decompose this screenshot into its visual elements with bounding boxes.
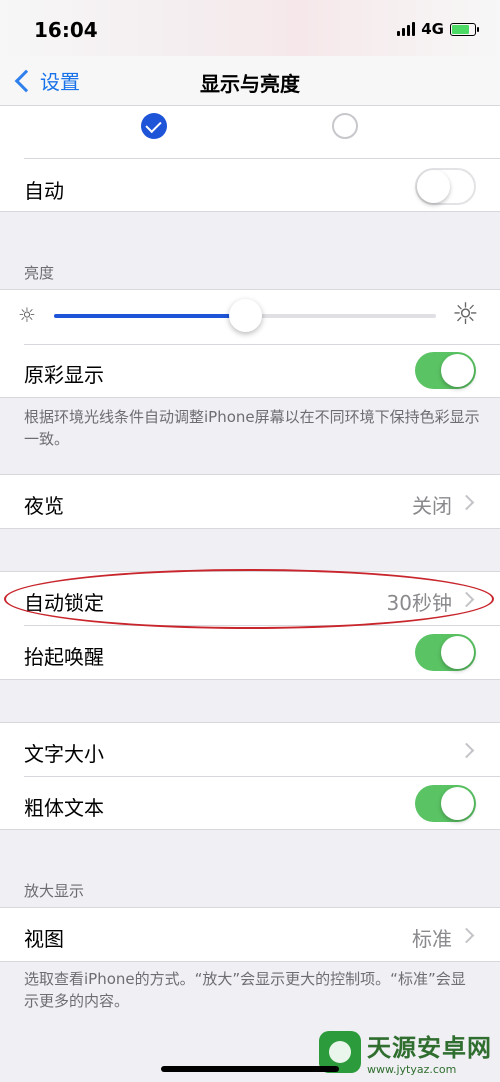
- brightness-slider-fill: [54, 314, 245, 318]
- appearance-group: 自动: [0, 106, 500, 212]
- home-indicator: [161, 1066, 339, 1072]
- brightness-group: ☼ ☼ 原彩显示: [0, 289, 500, 398]
- bold-text-label: 粗体文本: [24, 796, 104, 820]
- zoom-view-value: 标准: [412, 927, 452, 951]
- watermark: 天源安卓网 www.jytyaz.com: [319, 1028, 492, 1076]
- signal-icon: [397, 22, 416, 36]
- sun-small-icon: ☼: [18, 303, 36, 327]
- page-title: 显示与亮度: [200, 72, 300, 96]
- text-size-row[interactable]: 文字大小: [0, 722, 500, 776]
- zoom-description: 选取查看iPhone的方式。“放大”会显示更大的控制项。“标准”会显示更多的内容…: [24, 970, 466, 1010]
- sun-large-icon: ☼: [452, 297, 479, 332]
- status-bar: 16:04 4G: [0, 0, 500, 56]
- chevron-right-icon: [458, 742, 475, 759]
- zoom-header: 放大显示: [24, 882, 85, 900]
- night-shift-group: 夜览 关闭: [0, 474, 500, 529]
- appearance-light-radio[interactable]: [141, 113, 167, 139]
- appearance-dark-radio[interactable]: [332, 113, 358, 139]
- night-shift-row[interactable]: 夜览 关闭: [0, 474, 500, 529]
- zoom-group: 视图 标准: [0, 907, 500, 962]
- status-time: 16:04: [34, 18, 98, 42]
- true-tone-label: 原彩显示: [24, 363, 104, 387]
- chevron-right-icon: [458, 494, 475, 511]
- text-size-label: 文字大小: [24, 742, 104, 766]
- brightness-header: 亮度: [24, 264, 55, 282]
- true-tone-toggle[interactable]: [415, 352, 476, 389]
- watermark-title: 天源安卓网: [367, 1034, 492, 1062]
- zoom-view-label: 视图: [24, 927, 64, 951]
- text-group: 文字大小 粗体文本: [0, 722, 500, 830]
- raise-to-wake-label: 抬起唤醒: [24, 645, 104, 669]
- battery-icon: [450, 22, 479, 36]
- navigation-bar: 设置 显示与亮度: [0, 56, 500, 106]
- bold-text-toggle[interactable]: [415, 785, 476, 822]
- network-type: 4G: [421, 20, 444, 38]
- chevron-right-icon: [458, 927, 475, 944]
- status-icons: 4G: [397, 20, 479, 38]
- watermark-url: www.jytyaz.com: [367, 1063, 457, 1076]
- zoom-view-row[interactable]: 视图 标准: [0, 907, 500, 962]
- brightness-slider-thumb[interactable]: [228, 299, 262, 332]
- true-tone-description: 根据环境光线条件自动调整iPhone屏幕以在不同环境下保持色彩显示一致。: [24, 408, 480, 448]
- auto-toggle[interactable]: [415, 168, 476, 205]
- annotation-ellipse: [4, 569, 494, 629]
- auto-label: 自动: [24, 179, 64, 203]
- night-shift-label: 夜览: [24, 494, 64, 518]
- raise-to-wake-toggle[interactable]: [415, 634, 476, 671]
- night-shift-value: 关闭: [412, 494, 452, 518]
